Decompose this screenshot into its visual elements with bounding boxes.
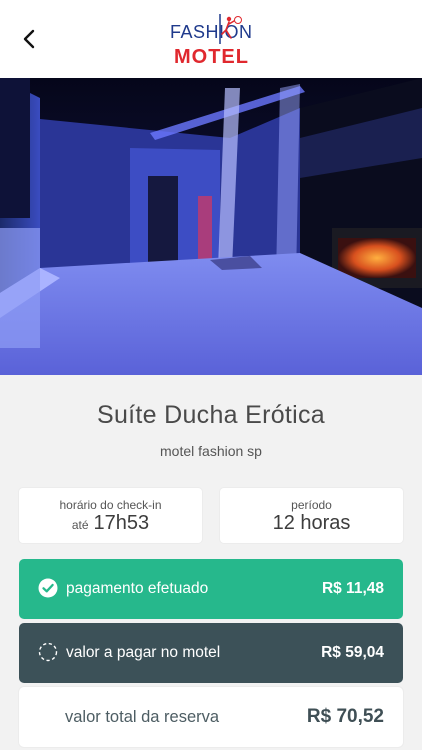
amount-due-label: valor a pagar no motel <box>66 644 221 661</box>
payment-made-amount: R$ 11,48 <box>321 580 384 597</box>
logo-bottom-text: MOTEL <box>174 46 249 68</box>
chevron-left-icon <box>23 29 35 49</box>
app-header: FASHION MOTEL <box>0 0 422 78</box>
amount-due-value: R$ 59,04 <box>321 644 384 661</box>
checkin-value-row: até 17h53 <box>19 512 202 535</box>
period-card: período 12 horas <box>220 488 403 543</box>
reservation-total-row: valor total da reserva R$ 70,52 <box>19 687 403 747</box>
payment-made-label: pagamento efetuado <box>66 580 209 597</box>
checkin-prefix: até <box>71 518 89 532</box>
suite-name: Suíte Ducha Erótica <box>96 401 326 429</box>
suite-photo <box>0 78 422 375</box>
payment-made-row: pagamento efetuado R$ 11,48 <box>19 559 403 619</box>
reservation-total-label: valor total da reserva <box>65 707 220 726</box>
dashed-circle-icon <box>38 642 58 662</box>
checkin-card: horário do check-in até 17h53 <box>19 488 202 543</box>
back-button[interactable] <box>14 24 44 54</box>
amount-due-row: valor a pagar no motel R$ 59,04 <box>19 623 403 683</box>
reservation-total-amount: R$ 70,52 <box>306 706 384 727</box>
period-value: 12 horas <box>272 512 351 534</box>
period-value-row: 12 horas <box>220 512 403 535</box>
motel-name: motel fashion sp <box>160 443 262 459</box>
check-circle-icon <box>38 578 58 598</box>
logo-figure-icon <box>219 14 242 44</box>
motel-logo: FASHION MOTEL <box>160 12 260 70</box>
period-label: período <box>291 498 332 512</box>
checkin-time: 17h53 <box>93 512 150 534</box>
checkin-label: horário do check-in <box>59 498 162 512</box>
